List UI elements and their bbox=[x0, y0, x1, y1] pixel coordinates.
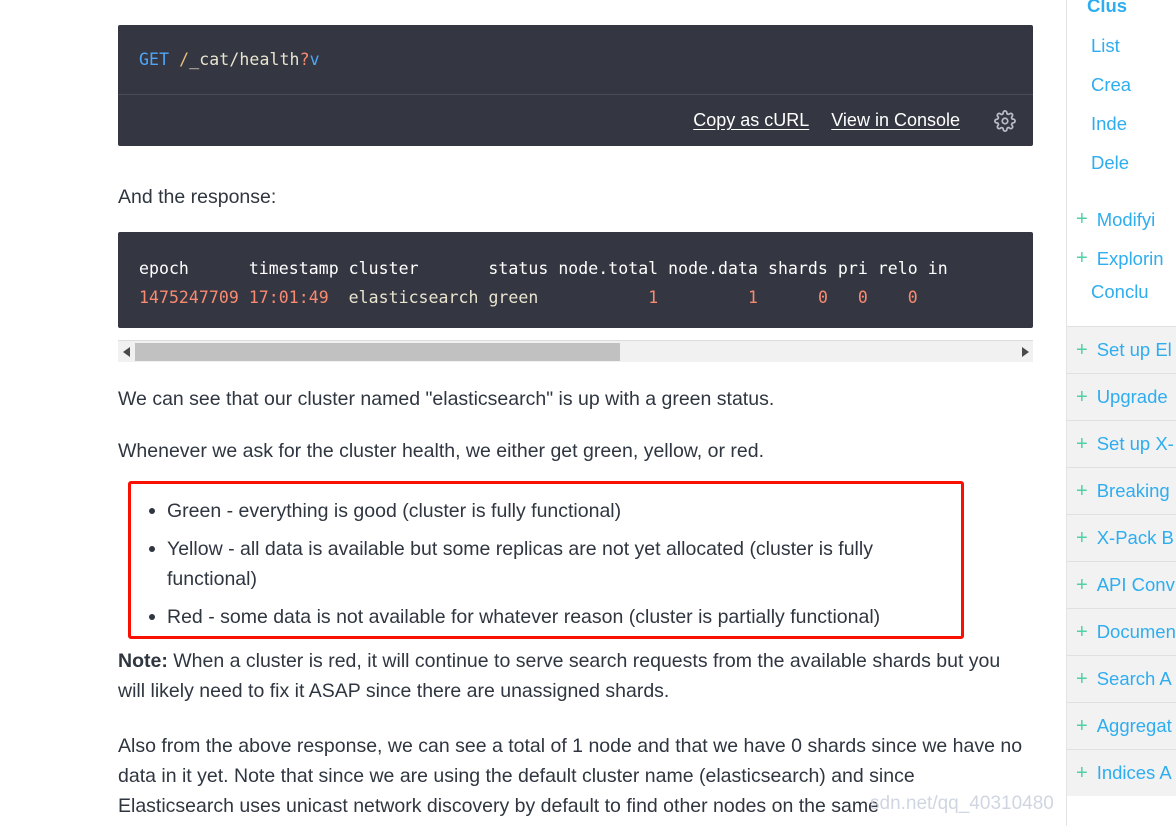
paragraph-cluster-green: We can see that our cluster named "elast… bbox=[118, 388, 775, 410]
sidebar-group-xpack-breaking[interactable]: + X-Pack B bbox=[1067, 514, 1176, 561]
sidebar-item-label: Search A bbox=[1096, 668, 1172, 689]
response-cluster-value: elasticsearch bbox=[348, 288, 479, 307]
plus-icon: + bbox=[1076, 432, 1088, 455]
list-item: Red - some data is not available for wha… bbox=[149, 602, 947, 632]
list-item: Green - everything is good (cluster is f… bbox=[149, 496, 947, 526]
path-slash-token: / bbox=[179, 50, 190, 69]
sidebar-item-label: Breaking bbox=[1096, 480, 1170, 501]
sidebar-group-aggregations[interactable]: + Aggregat bbox=[1067, 702, 1176, 749]
sidebar-item-list[interactable]: List bbox=[1067, 34, 1176, 57]
gear-icon[interactable] bbox=[994, 109, 1016, 132]
status-colors-list: Green - everything is good (cluster is f… bbox=[131, 484, 961, 632]
response-header-row: epoch timestamp cluster status node.tota… bbox=[139, 259, 948, 278]
plus-icon: + bbox=[1076, 208, 1088, 230]
sidebar-group-breaking-changes[interactable]: + Breaking bbox=[1067, 467, 1176, 514]
triangle-left-icon[interactable] bbox=[118, 341, 135, 363]
plus-icon: + bbox=[1076, 247, 1088, 269]
note-body: When a cluster is red, it will continue … bbox=[118, 650, 1001, 702]
request-path-token: _cat/health bbox=[189, 50, 300, 69]
triangle-right-icon[interactable] bbox=[1016, 341, 1033, 363]
sidebar-item-label: API Conv bbox=[1096, 574, 1175, 595]
plus-icon: + bbox=[1076, 714, 1088, 737]
status-colors-highlight-box: Green - everything is good (cluster is f… bbox=[128, 481, 964, 639]
sidebar-item-conclusion[interactable]: Conclu bbox=[1067, 280, 1176, 303]
response-horizontal-scrollbar[interactable] bbox=[118, 340, 1033, 362]
sidebar-item-label: Upgrade bbox=[1096, 386, 1168, 407]
http-method-token: GET bbox=[139, 50, 170, 69]
sidebar-group-set-up-elasticsearch[interactable]: + Set up El bbox=[1067, 326, 1176, 373]
paragraph-health-colors: Whenever we ask for the cluster health, … bbox=[118, 440, 764, 462]
sidebar-item-cluster[interactable]: Clus bbox=[1067, 0, 1176, 17]
view-in-console-button[interactable]: View in Console bbox=[831, 110, 960, 131]
main-content-column: GET /_cat/health?v Copy as cURL View in … bbox=[0, 0, 1066, 826]
clipped-text-top bbox=[118, 0, 538, 4]
toc-upper-section: Clus List Crea Inde Dele + Modifyi + Exp… bbox=[1067, 0, 1176, 303]
sidebar-item-label: Aggregat bbox=[1096, 715, 1172, 736]
scrollbar-track[interactable] bbox=[135, 341, 1016, 363]
copy-as-curl-button[interactable]: Copy as cURL bbox=[693, 110, 809, 131]
paragraph-note: Note: When a cluster is red, it will con… bbox=[118, 646, 1023, 706]
sidebar-group-document-apis[interactable]: + Documen bbox=[1067, 608, 1176, 655]
plus-icon: + bbox=[1076, 385, 1088, 408]
sidebar-item-modifying[interactable]: + Modifyi bbox=[1067, 200, 1176, 239]
paragraph-also-from-response: Also from the above response, we can see… bbox=[118, 735, 1023, 817]
sidebar-item-label: Set up X- bbox=[1096, 433, 1174, 454]
response-epoch-value: 1475247709 bbox=[139, 288, 239, 307]
response-relo-value: 0 bbox=[907, 288, 918, 307]
plus-icon: + bbox=[1076, 667, 1088, 690]
sidebar-item-label: Set up El bbox=[1096, 339, 1172, 360]
sidebar-item-index[interactable]: Inde bbox=[1067, 112, 1176, 135]
note-label: Note: bbox=[118, 650, 168, 672]
list-item: Yellow - all data is available but some … bbox=[149, 534, 947, 594]
plus-icon: + bbox=[1076, 526, 1088, 549]
sidebar-group-indices-apis[interactable]: + Indices A bbox=[1067, 749, 1176, 796]
response-status-value: green bbox=[488, 288, 539, 307]
scrollbar-thumb[interactable] bbox=[135, 342, 620, 361]
toc-groups-section: + Set up El + Upgrade + Set up X- + Brea… bbox=[1067, 326, 1176, 796]
response-node-total-value: 1 bbox=[648, 288, 659, 307]
code-card-toolbar: Copy as cURL View in Console bbox=[118, 94, 1033, 146]
plus-icon: + bbox=[1076, 761, 1088, 784]
page-root: GET /_cat/health?v Copy as cURL View in … bbox=[0, 0, 1176, 826]
sidebar-item-label: Documen bbox=[1096, 621, 1176, 642]
request-code-line: GET /_cat/health?v bbox=[118, 25, 1033, 94]
sidebar-group-set-up-xpack[interactable]: + Set up X- bbox=[1067, 420, 1176, 467]
response-shards-value: 0 bbox=[817, 288, 828, 307]
sidebar-group-api-conventions[interactable]: + API Conv bbox=[1067, 561, 1176, 608]
sidebar-item-exploring[interactable]: + Explorin bbox=[1067, 239, 1176, 278]
sidebar-group-upgrade[interactable]: + Upgrade bbox=[1067, 373, 1176, 420]
response-timestamp-value: 17:01:49 bbox=[248, 288, 329, 307]
sidebar-item-label: Indices A bbox=[1096, 762, 1172, 783]
query-param-token: v bbox=[309, 50, 320, 69]
plus-icon: + bbox=[1076, 338, 1088, 361]
plus-icon: + bbox=[1076, 479, 1088, 502]
response-code-block: epoch timestamp cluster status node.tota… bbox=[118, 232, 1033, 328]
response-intro-text: And the response: bbox=[118, 186, 277, 208]
response-node-data-value: 1 bbox=[748, 288, 759, 307]
sidebar-item-create[interactable]: Crea bbox=[1067, 73, 1176, 96]
response-code-card: epoch timestamp cluster status node.tota… bbox=[118, 232, 1033, 328]
sidebar-item-label: Explorin bbox=[1096, 247, 1164, 269]
sidebar-group-search-apis[interactable]: + Search A bbox=[1067, 655, 1176, 702]
query-question-token: ? bbox=[299, 50, 310, 69]
plus-icon: + bbox=[1076, 573, 1088, 596]
response-pri-value: 0 bbox=[857, 288, 868, 307]
request-code-card: GET /_cat/health?v Copy as cURL View in … bbox=[118, 25, 1033, 146]
toc-sidebar: Clus List Crea Inde Dele + Modifyi + Exp… bbox=[1066, 0, 1176, 826]
sidebar-item-delete[interactable]: Dele bbox=[1067, 151, 1176, 174]
sidebar-item-label: X-Pack B bbox=[1096, 527, 1174, 548]
sidebar-item-label: Modifyi bbox=[1096, 208, 1156, 230]
plus-icon: + bbox=[1076, 620, 1088, 643]
